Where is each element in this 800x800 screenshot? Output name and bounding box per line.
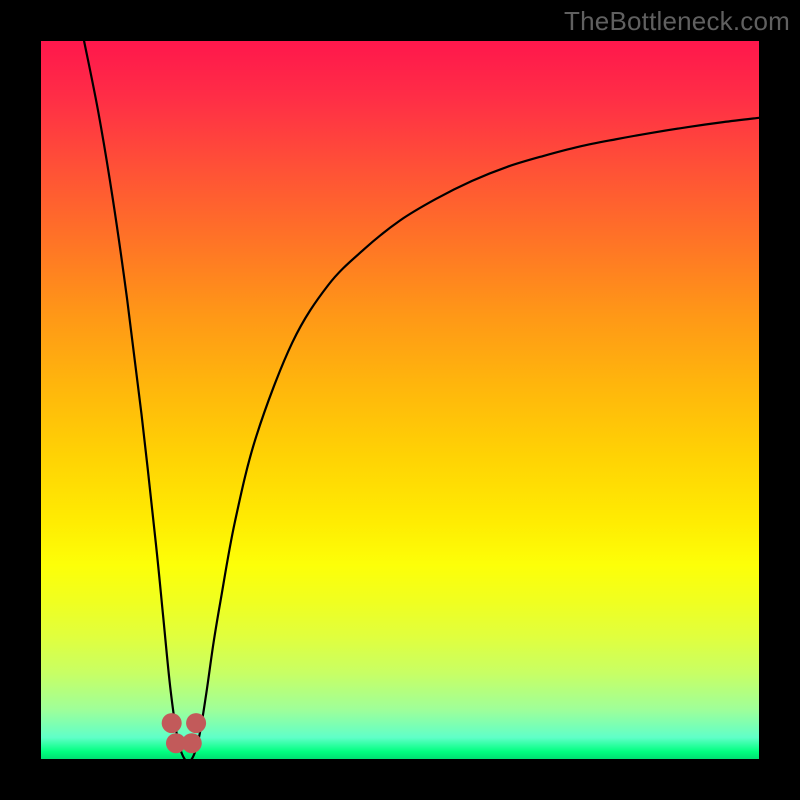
plot-area [41,41,759,759]
curve-layer [41,41,759,759]
bottleneck-curve [84,41,759,762]
data-marker [182,733,202,753]
chart-root: TheBottleneck.com [0,0,800,800]
watermark-text: TheBottleneck.com [564,6,790,37]
data-marker [162,713,182,733]
curve-path [84,41,759,762]
data-marker [186,713,206,733]
